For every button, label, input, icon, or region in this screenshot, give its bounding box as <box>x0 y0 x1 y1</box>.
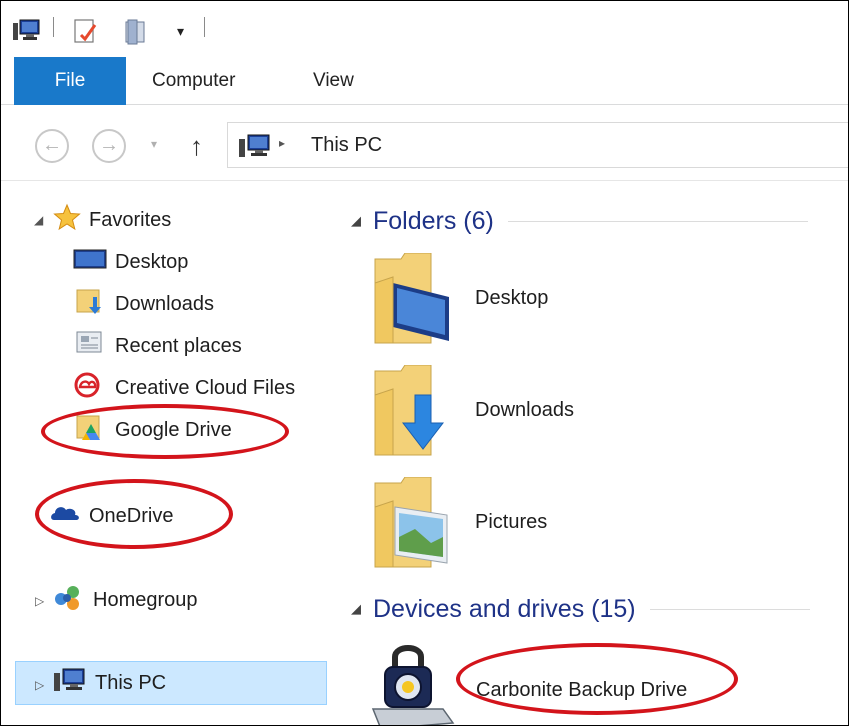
favorites-expand-icon[interactable]: ◢ <box>34 213 43 227</box>
nav-item-label: Recent places <box>115 334 242 357</box>
nav-favorites[interactable]: Favorites <box>53 202 171 238</box>
group-header-devices-and-drives[interactable]: ◢ Devices and drives (15) <box>351 589 810 629</box>
nav-homegroup-label: Homegroup <box>93 588 198 611</box>
tab-file[interactable]: File <box>14 57 126 105</box>
nav-favorites-label: Favorites <box>89 208 172 231</box>
homegroup-icon <box>51 583 85 617</box>
nav-homegroup[interactable]: Homegroup <box>51 582 198 618</box>
breadcrumb-this-pc[interactable]: This PC <box>311 134 382 157</box>
group-divider <box>649 608 810 610</box>
nav-item-label: Downloads <box>115 292 214 315</box>
group-divider <box>507 220 808 222</box>
nav-item-label: Google Drive <box>115 418 232 441</box>
nav-onedrive-label: OneDrive <box>89 504 174 527</box>
tab-computer[interactable]: Computer <box>152 57 235 104</box>
nav-this-pc-label: This PC <box>95 671 167 694</box>
folder-item-downloads[interactable]: Downloads <box>371 364 848 466</box>
breadcrumb-separator[interactable]: ▸ <box>279 136 285 150</box>
google-drive-icon <box>73 413 107 447</box>
nav-item-label: Desktop <box>115 250 189 273</box>
nav-item-downloads[interactable]: Downloads <box>73 286 214 322</box>
group-header-folders[interactable]: ◢ Folders (6) <box>351 201 808 241</box>
this-pc-icon <box>51 667 87 699</box>
desktop-icon <box>73 246 107 278</box>
nav-item-google-drive[interactable]: Google Drive <box>73 412 232 448</box>
folder-label: Desktop <box>475 287 549 309</box>
forward-button[interactable]: → <box>92 129 126 163</box>
nav-item-desktop[interactable]: Desktop <box>73 244 188 280</box>
group-title: Devices and drives (15) <box>373 594 636 623</box>
navigation-pane: ◢ Favorites Desktop Downloads Recent pla… <box>1 181 331 725</box>
toolbar-separator <box>204 17 205 37</box>
nav-item-creative-cloud-files[interactable]: Creative Cloud Files <box>73 370 295 406</box>
navigation-bar: ← → ▾ ↑ ▸ This PC <box>1 105 848 181</box>
up-button[interactable]: ↑ <box>190 131 203 162</box>
file-explorer-window: ▾ File Computer View ← → ▾ ↑ ▸ This PC ◢… <box>0 0 849 726</box>
content-pane: ◢ Folders (6) Desktop Downloads Pictures… <box>331 181 848 725</box>
folder-item-pictures[interactable]: Pictures <box>371 476 848 578</box>
downloads-folder-icon <box>371 364 451 466</box>
nav-item-recent-places[interactable]: Recent places <box>73 328 242 364</box>
customize-dropdown-icon[interactable]: ▾ <box>177 23 184 40</box>
quick-access-toolbar: ▾ <box>1 1 848 51</box>
group-collapse-icon: ◢ <box>351 213 361 228</box>
nav-onedrive[interactable]: OneDrive <box>49 498 173 534</box>
properties-icon[interactable] <box>73 19 99 50</box>
this-pc-expand-icon[interactable]: ▷ <box>35 678 44 692</box>
tab-view[interactable]: View <box>313 57 354 104</box>
downloads-icon <box>73 287 107 321</box>
back-button[interactable]: ← <box>35 129 69 163</box>
drive-item-carbonite-backup-drive[interactable]: Carbonite Backup Drive <box>371 639 848 725</box>
nav-item-label: Creative Cloud Files <box>115 376 296 399</box>
onedrive-icon <box>49 501 81 531</box>
homegroup-expand-icon[interactable]: ▷ <box>35 594 44 608</box>
pictures-folder-icon <box>371 476 451 578</box>
computer-icon[interactable] <box>11 19 41 46</box>
group-collapse-icon: ◢ <box>351 601 361 616</box>
star-icon <box>53 203 81 237</box>
drive-label: Carbonite Backup Drive <box>476 679 688 701</box>
recent-places-icon <box>73 329 107 363</box>
folder-item-desktop[interactable]: Desktop <box>371 252 848 354</box>
desktop-folder-icon <box>371 252 451 354</box>
group-title: Folders (6) <box>373 206 494 235</box>
ribbon-tabs: File Computer View <box>1 57 848 105</box>
toolbar-separator <box>53 17 54 37</box>
creative-cloud-icon <box>73 371 107 405</box>
recent-locations-icon[interactable]: ▾ <box>151 137 157 151</box>
folder-label: Pictures <box>475 511 548 533</box>
this-pc-icon <box>236 134 272 163</box>
new-folder-icon[interactable] <box>123 19 153 50</box>
carbonite-drive-icon <box>371 639 457 725</box>
folder-label: Downloads <box>475 399 574 421</box>
address-bar[interactable]: ▸ This PC <box>227 122 848 168</box>
nav-this-pc[interactable]: This PC <box>51 665 166 701</box>
